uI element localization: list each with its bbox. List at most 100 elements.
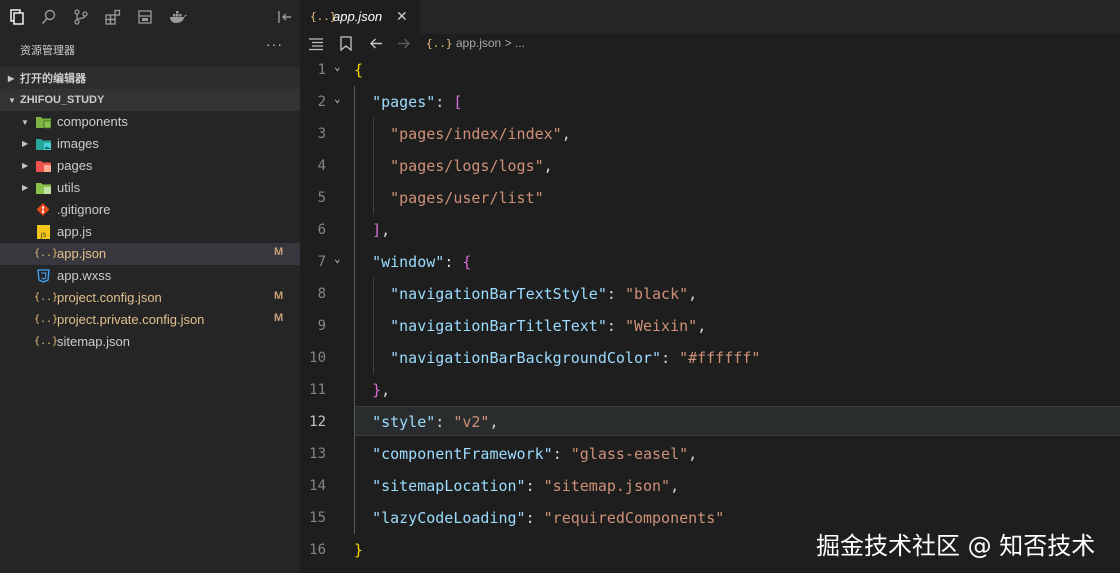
breadcrumb[interactable]: {..} app.json > ... (426, 36, 525, 50)
tree-item-label: .gitignore (57, 202, 111, 217)
code-text: ], (372, 221, 391, 239)
close-icon[interactable]: ✕ (396, 8, 408, 25)
code-line: 3 "pages/index/index", (300, 118, 1120, 150)
tree-item-project-private-config[interactable]: {..} project.private.config.json M (0, 309, 300, 331)
code-text: }, (372, 381, 391, 399)
line-number: 6 (317, 222, 326, 238)
collapse-sidebar-icon[interactable] (277, 9, 293, 25)
tree-item-label: components (57, 114, 128, 129)
more-actions-button[interactable]: ··· (266, 36, 283, 52)
line-number: 9 (317, 318, 326, 334)
explorer-icon[interactable] (9, 9, 25, 25)
code-text: "pages/logs/logs", (390, 157, 553, 175)
code-line: 2 ⌄ "pages": [ (300, 86, 1120, 118)
tree-item-label: project.private.config.json (57, 312, 205, 327)
folder-utils-icon (36, 183, 51, 194)
fold-chevron-icon[interactable]: ⌄ (334, 60, 341, 73)
code-line-current: 12 "style": "v2", (300, 406, 1120, 438)
storage-icon[interactable] (137, 9, 153, 25)
chevron-down-icon: ▼ (21, 118, 29, 127)
json-icon: {..} (34, 248, 59, 259)
code-line: 4 "pages/logs/logs", (300, 150, 1120, 182)
breadcrumb-bar (300, 34, 1120, 54)
forward-arrow-icon[interactable] (397, 37, 411, 50)
tree-item-sitemap[interactable]: {..} sitemap.json (0, 331, 300, 353)
tree-item-app-wxss[interactable]: app.wxss (0, 265, 300, 287)
line-number: 5 (317, 190, 326, 206)
list-icon[interactable] (308, 37, 324, 51)
line-number: 2 (317, 94, 326, 110)
source-control-icon[interactable] (73, 9, 89, 25)
tree-item-label: pages (57, 158, 93, 173)
line-number: 16 (309, 542, 326, 558)
tab-bar (300, 0, 1120, 34)
code-line: 8 "navigationBarTextStyle": "black", (300, 278, 1120, 310)
code-line: 14 "sitemapLocation": "sitemap.json", (300, 470, 1120, 502)
tree-item-images[interactable]: ▶ images (0, 133, 300, 155)
code-text: "style": "v2", (372, 413, 499, 431)
tree-item-label: sitemap.json (57, 334, 130, 349)
line-number: 14 (309, 478, 326, 494)
code-text: "sitemapLocation": "sitemap.json", (372, 477, 680, 495)
folder-pages-icon (36, 161, 51, 172)
line-number: 15 (309, 510, 326, 526)
tab-app-json[interactable]: {..} app.json ✕ (300, 0, 420, 34)
tree-item-components[interactable]: ▼ components (0, 111, 300, 133)
breadcrumb-file[interactable]: app.json (456, 36, 501, 50)
tree-item-project-config[interactable]: {..} project.config.json M (0, 287, 300, 309)
open-editors-section[interactable]: ▶ 打开的编辑器 (0, 67, 300, 89)
tree-item-label: app.wxss (57, 268, 112, 283)
line-number: 8 (317, 286, 326, 302)
chevron-right-icon: ▶ (8, 73, 15, 83)
tree-item-utils[interactable]: ▶ utils (0, 177, 300, 199)
tree-item-app-js[interactable]: JS app.js (0, 221, 300, 243)
fold-chevron-icon[interactable]: ⌄ (334, 92, 341, 105)
svg-text:JS: JS (40, 232, 47, 239)
line-number: 11 (309, 382, 326, 398)
tree-item-label: app.json (57, 246, 107, 261)
line-number: 12 (309, 414, 326, 430)
tree-item-pages[interactable]: ▶ pages (0, 155, 300, 177)
code-editor[interactable]: 1 ⌄ { 2 ⌄ "pages": [ 3 "pages/index/inde… (300, 54, 1120, 573)
workspace-label: ZHIFOU_STUDY (20, 94, 105, 106)
code-line: 11 }, (300, 374, 1120, 406)
json-icon: {..} (426, 37, 453, 50)
code-line: 1 ⌄ { (300, 54, 1120, 86)
code-line: 13 "componentFramework": "glass-easel", (300, 438, 1120, 470)
chevron-right-icon: ▶ (22, 139, 29, 148)
watermark: 掘金技术社区 @ 知否技术 (816, 532, 1096, 560)
code-text: "window": { (372, 253, 472, 271)
extensions-icon[interactable] (105, 9, 121, 25)
tree-item-label: project.config.json (57, 290, 162, 305)
code-text: "pages/index/index", (390, 125, 571, 143)
code-text: "pages/user/list" (390, 189, 544, 207)
workspace-section[interactable]: ▼ ZHIFOU_STUDY (0, 89, 300, 111)
code-line: 7 ⌄ "window": { (300, 246, 1120, 278)
line-number: 1 (317, 62, 326, 78)
json-icon: {..} (34, 314, 59, 325)
folder-components-icon (36, 117, 51, 129)
js-icon: JS (37, 225, 50, 239)
tree-item-app-json[interactable]: {..} app.json M (0, 243, 300, 265)
modified-badge: M (274, 290, 284, 302)
modified-badge: M (274, 246, 284, 258)
explorer-sidebar: 资源管理器 ··· ▶ 打开的编辑器 ▼ ZHIFOU_STUDY ▼ comp… (0, 0, 300, 573)
code-text: "pages": [ (372, 93, 463, 111)
search-icon[interactable] (41, 9, 57, 25)
bookmark-icon[interactable] (339, 36, 353, 51)
docker-icon[interactable] (169, 9, 187, 25)
css-icon (37, 269, 50, 283)
code-line: 6 ], (300, 214, 1120, 246)
tree-item-label: app.js (57, 224, 92, 239)
chevron-down-icon: ▼ (8, 95, 16, 105)
fold-chevron-icon[interactable]: ⌄ (334, 252, 341, 265)
breadcrumb-separator: > (504, 36, 512, 50)
activity-bar (0, 0, 300, 34)
tab-title: app.json (333, 9, 383, 24)
code-line: 5 "pages/user/list" (300, 182, 1120, 214)
tree-item-label: utils (57, 180, 81, 195)
tree-item-gitignore[interactable]: .gitignore (0, 199, 300, 221)
json-icon: {..} (34, 292, 59, 303)
breadcrumb-rest[interactable]: ... (515, 36, 525, 50)
back-arrow-icon[interactable] (369, 37, 383, 50)
